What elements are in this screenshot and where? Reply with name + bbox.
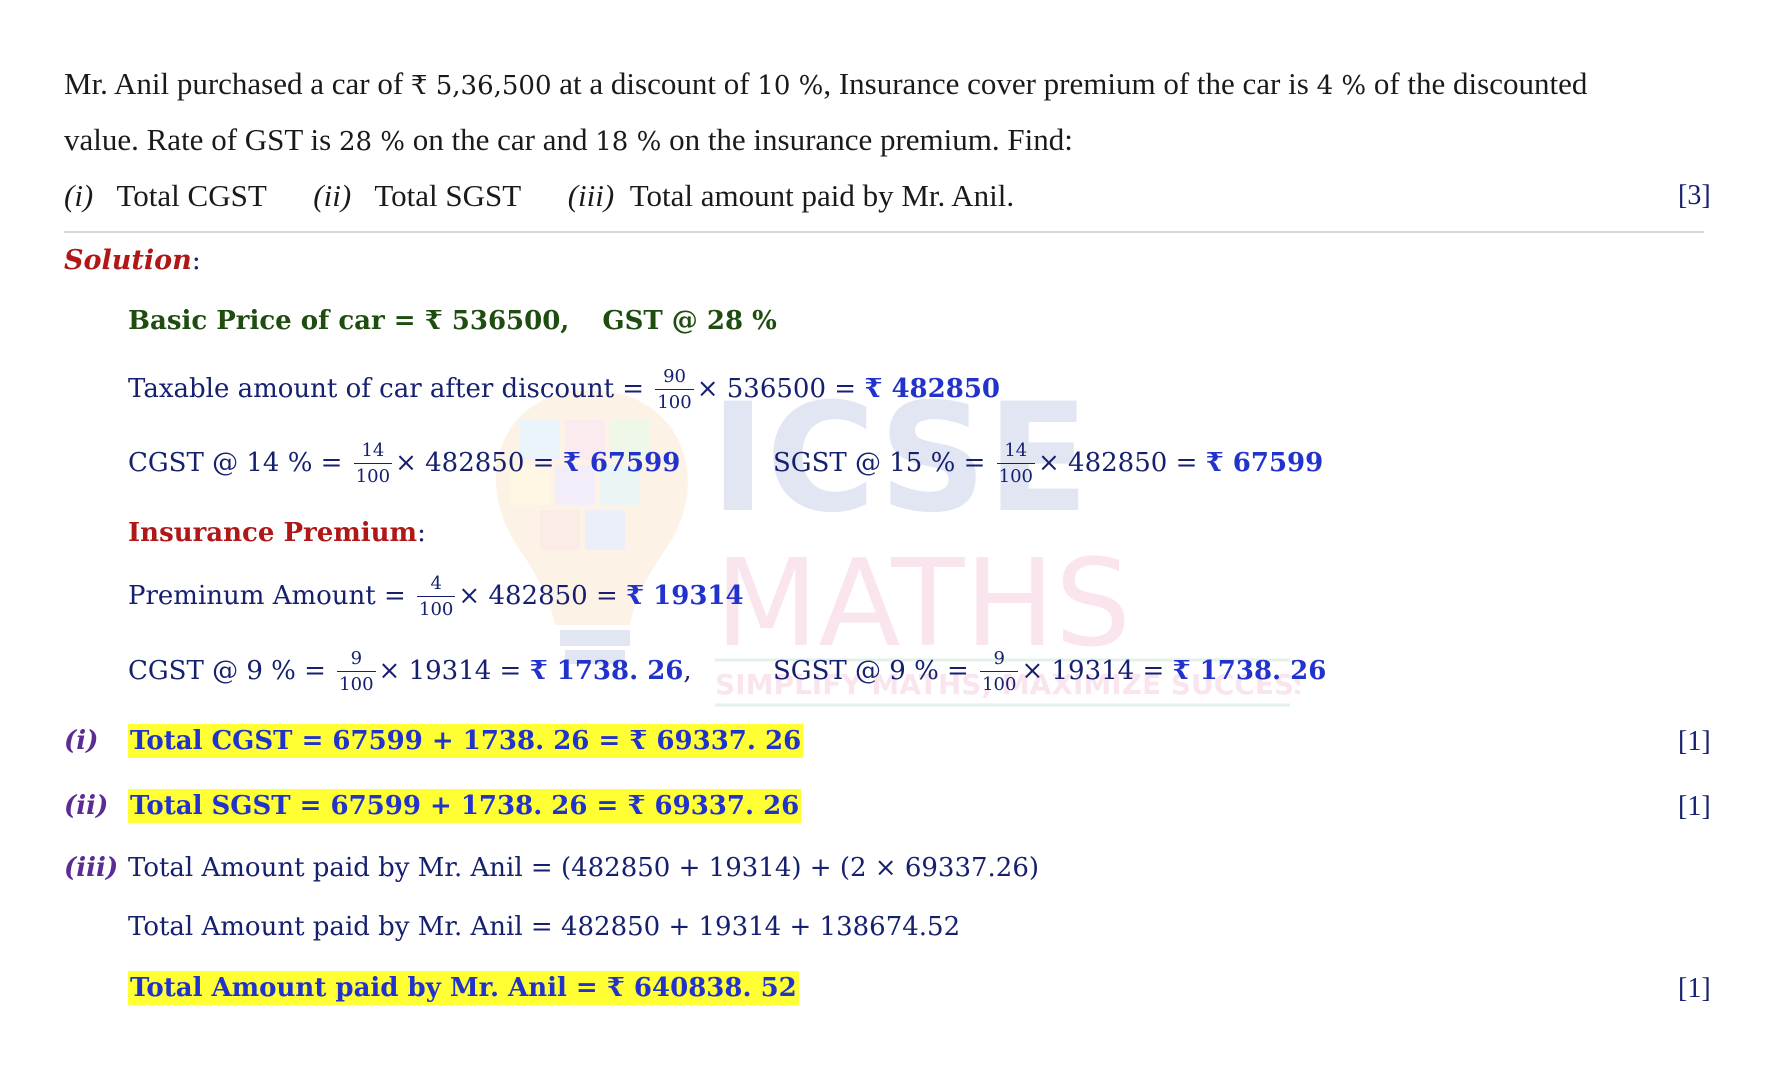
- answer-iii-line-1: Total Amount paid by Mr. Anil = (482850 …: [128, 853, 1040, 883]
- cgst-ins-expression: × 19314 =: [378, 656, 530, 686]
- answer-ii-number: (ii): [64, 791, 108, 821]
- cgst-ins-line: CGST @ 9 % = 9 100 × 19314 = ₹ 1738. 26,: [128, 650, 692, 694]
- sgst-ins-fraction: 9 100: [980, 650, 1019, 695]
- sgst-ins-expression: × 19314 =: [1021, 656, 1173, 686]
- part-number: (ii): [313, 178, 352, 213]
- fraction-numerator: 4: [417, 575, 456, 597]
- question-line-1: Mr. Anil purchased a car of ₹ 5,36,500 a…: [64, 66, 1587, 102]
- fraction-numerator: 9: [980, 650, 1019, 672]
- answer-i-marks: [1]: [1678, 726, 1711, 757]
- answer-i-number: (i): [64, 726, 98, 756]
- answer-number: (i): [64, 726, 99, 756]
- insurance-title: Insurance Premium: [128, 518, 418, 548]
- sgst-car-fraction: 14 100: [996, 442, 1035, 487]
- answer-text: Total SGST = 67599 + 1738. 26 = ₹ 69337.…: [128, 789, 802, 823]
- comma: ,: [683, 656, 692, 686]
- taxable-fraction: 90 100: [655, 368, 694, 413]
- cgst-ins-fraction: 9 100: [337, 650, 376, 695]
- answer-iii-number: (iii): [64, 853, 118, 883]
- premium-label: Preminum Amount =: [128, 581, 415, 611]
- question-marks: [3]: [1678, 180, 1711, 211]
- divider: [64, 231, 1704, 233]
- taxable-expression: × 536500 =: [696, 374, 865, 404]
- taxable-label: Taxable amount of car after discount =: [128, 374, 653, 404]
- fraction-denominator: 100: [355, 466, 391, 487]
- question-parts: (i) Total CGST (ii) Total SGST (iii) Tot…: [64, 178, 1014, 214]
- answer-number: (ii): [64, 791, 109, 821]
- sgst-car-line: SGST @ 15 % = 14 100 × 482850 = ₹ 67599: [773, 442, 1323, 486]
- question-premium-rate: 4 %: [1316, 71, 1367, 101]
- answer-ii: Total SGST = 67599 + 1738. 26 = ₹ 69337.…: [128, 789, 802, 823]
- question-text: , Insurance cover premium of the car is: [823, 66, 1317, 101]
- question-text: of the discounted: [1366, 66, 1588, 101]
- fraction-denominator: 100: [339, 674, 374, 695]
- cgst-car-label: CGST @ 14 % =: [128, 448, 351, 478]
- fraction-denominator: 100: [419, 599, 454, 620]
- insurance-heading: Insurance Premium:: [128, 518, 426, 548]
- question-discount: 10 %: [757, 71, 824, 101]
- answer-number: (iii): [64, 853, 119, 883]
- basic-price-line: Basic Price of car = ₹ 536500, GST @ 28 …: [128, 306, 777, 336]
- taxable-line: Taxable amount of car after discount = 9…: [128, 368, 1000, 412]
- answer-iii-final: Total Amount paid by Mr. Anil = ₹ 640838…: [128, 971, 799, 1005]
- premium-line: Preminum Amount = 4 100 × 482850 = ₹ 19314: [128, 575, 744, 619]
- question-text: on the car and: [405, 122, 596, 157]
- question-price: ₹ 5,36,500: [410, 71, 552, 101]
- sgst-car-value: ₹ 67599: [1205, 448, 1324, 478]
- solution-heading: Solution:: [64, 245, 201, 276]
- fraction-numerator: 90: [655, 368, 694, 390]
- question-line-2: value. Rate of GST is 28 % on the car an…: [64, 122, 1073, 158]
- cgst-ins-label: CGST @ 9 % =: [128, 656, 335, 686]
- fraction-denominator: 100: [982, 674, 1017, 695]
- cgst-car-line: CGST @ 14 % = 14 100 × 482850 = ₹ 67599: [128, 442, 680, 486]
- cgst-ins-value: ₹ 1738. 26: [529, 656, 684, 686]
- sgst-car-expression: × 482850 =: [1038, 448, 1206, 478]
- sgst-ins-label: SGST @ 9 % =: [773, 656, 978, 686]
- answer-i: Total CGST = 67599 + 1738. 26 = ₹ 69337.…: [128, 724, 804, 758]
- insurance-colon: :: [417, 518, 426, 548]
- fraction-denominator: 100: [998, 466, 1033, 487]
- premium-expression: × 482850 =: [458, 581, 627, 611]
- premium-value: ₹ 19314: [626, 581, 744, 611]
- fraction-numerator: 9: [337, 650, 376, 672]
- fraction-numerator: 14: [353, 442, 393, 464]
- solution-title: Solution: [64, 245, 192, 276]
- fraction-denominator: 100: [657, 392, 692, 413]
- question-text: Mr. Anil purchased a car of: [64, 66, 411, 101]
- basic-price: Basic Price of car = ₹ 536500,: [128, 306, 570, 336]
- solution-colon: :: [191, 245, 201, 276]
- sgst-ins-line: SGST @ 9 % = 9 100 × 19314 = ₹ 1738. 26: [773, 650, 1326, 694]
- part-text: Total amount paid by Mr. Anil.: [629, 178, 1015, 213]
- cgst-car-fraction: 14 100: [353, 442, 393, 487]
- answer-iii-marks: [1]: [1678, 973, 1711, 1004]
- fraction-numerator: 14: [996, 442, 1035, 464]
- answer-ii-marks: [1]: [1678, 791, 1711, 822]
- part-text: Total CGST: [116, 178, 267, 213]
- part-text: Total SGST: [374, 178, 522, 213]
- watermark-bulb-icon: [495, 390, 688, 664]
- answer-iii-line-2: Total Amount paid by Mr. Anil = 482850 +…: [128, 912, 961, 942]
- question-gst-car: 28 %: [338, 127, 406, 157]
- sgst-car-label: SGST @ 15 % =: [773, 448, 994, 478]
- answer-text: Total Amount paid by Mr. Anil = ₹ 640838…: [128, 971, 799, 1005]
- question-text: at a discount of: [551, 66, 758, 101]
- part-number: (iii): [567, 178, 615, 213]
- gst-rate: GST @ 28 %: [602, 306, 777, 336]
- question-text: on the insurance premium. Find:: [661, 122, 1073, 157]
- question-gst-insurance: 18 %: [595, 127, 662, 157]
- cgst-car-expression: × 482850 =: [395, 448, 563, 478]
- cgst-car-value: ₹ 67599: [562, 448, 681, 478]
- taxable-value: ₹ 482850: [864, 374, 1001, 404]
- question-text: value. Rate of GST is: [64, 122, 339, 157]
- part-number: (i): [64, 178, 94, 213]
- sgst-ins-value: ₹ 1738. 26: [1172, 656, 1327, 686]
- answer-text: Total CGST = 67599 + 1738. 26 = ₹ 69337.…: [128, 724, 804, 758]
- premium-fraction: 4 100: [417, 575, 456, 620]
